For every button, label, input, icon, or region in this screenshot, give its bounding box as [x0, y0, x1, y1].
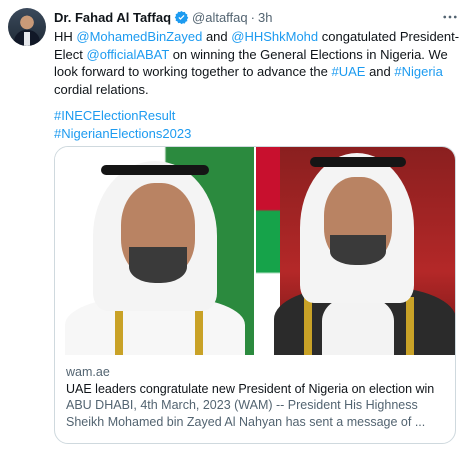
link-preview-card[interactable]: wam.ae UAE leaders congratulate new Pres…: [54, 146, 456, 444]
more-options-icon[interactable]: [440, 8, 460, 26]
robe-trim: [304, 297, 312, 355]
tweet-text: HH @MohamedBinZayed and @HHShkMohd conga…: [54, 28, 460, 98]
verified-badge-icon: [174, 10, 189, 25]
author-name[interactable]: Dr. Fahad Al Taffaq: [54, 10, 171, 25]
hashtag-list: #INECElectionResult #NigerianElections20…: [54, 107, 460, 142]
robe-trim: [406, 297, 414, 355]
card-image[interactable]: [55, 147, 455, 355]
headband: [101, 165, 209, 175]
mention-officialabat[interactable]: @officialABAT: [87, 47, 170, 62]
robe-trim: [115, 309, 123, 355]
shirt: [322, 297, 394, 355]
robe-trim: [195, 309, 203, 355]
beard: [330, 235, 386, 265]
mention-mohamedbinzayed[interactable]: @MohamedBinZayed: [76, 29, 202, 44]
photo-right: [256, 147, 455, 355]
text-segment: HH: [54, 29, 77, 44]
author-avatar[interactable]: [8, 8, 46, 46]
tweet-timestamp[interactable]: 3h: [258, 10, 272, 25]
hashtag-nigerianelections2023[interactable]: #NigerianElections2023: [54, 125, 460, 143]
beard: [129, 247, 187, 283]
tweet[interactable]: Dr. Fahad Al Taffaq @altaffaq · 3h HH @M…: [0, 0, 474, 451]
text-segment: and: [365, 64, 395, 79]
text-segment: and: [202, 29, 232, 44]
card-description: ABU DHABI, 4th March, 2023 (WAM) -- Pres…: [66, 398, 426, 429]
tweet-content: Dr. Fahad Al Taffaq @altaffaq · 3h HH @M…: [54, 8, 460, 444]
hashtag-nigeria[interactable]: #Nigeria: [394, 64, 442, 79]
mention-hhshkmohd[interactable]: @HHShkMohd: [231, 29, 318, 44]
tweet-header: Dr. Fahad Al Taffaq @altaffaq · 3h: [54, 8, 460, 26]
hashtag-uae[interactable]: #UAE: [332, 64, 366, 79]
card-domain: wam.ae: [66, 365, 110, 379]
card-meta: wam.ae UAE leaders congratulate new Pres…: [55, 355, 455, 439]
author-handle[interactable]: @altaffaq: [192, 10, 248, 25]
avatar-shirt: [24, 32, 30, 46]
headband: [310, 157, 406, 167]
text-segment: cordial relations.: [54, 81, 149, 97]
photo-left: [55, 147, 254, 355]
hashtag-inecelectionresult[interactable]: #INECElectionResult: [54, 107, 460, 125]
header-separator: ·: [250, 9, 255, 25]
card-title: UAE leaders congratulate new President o…: [66, 381, 435, 396]
